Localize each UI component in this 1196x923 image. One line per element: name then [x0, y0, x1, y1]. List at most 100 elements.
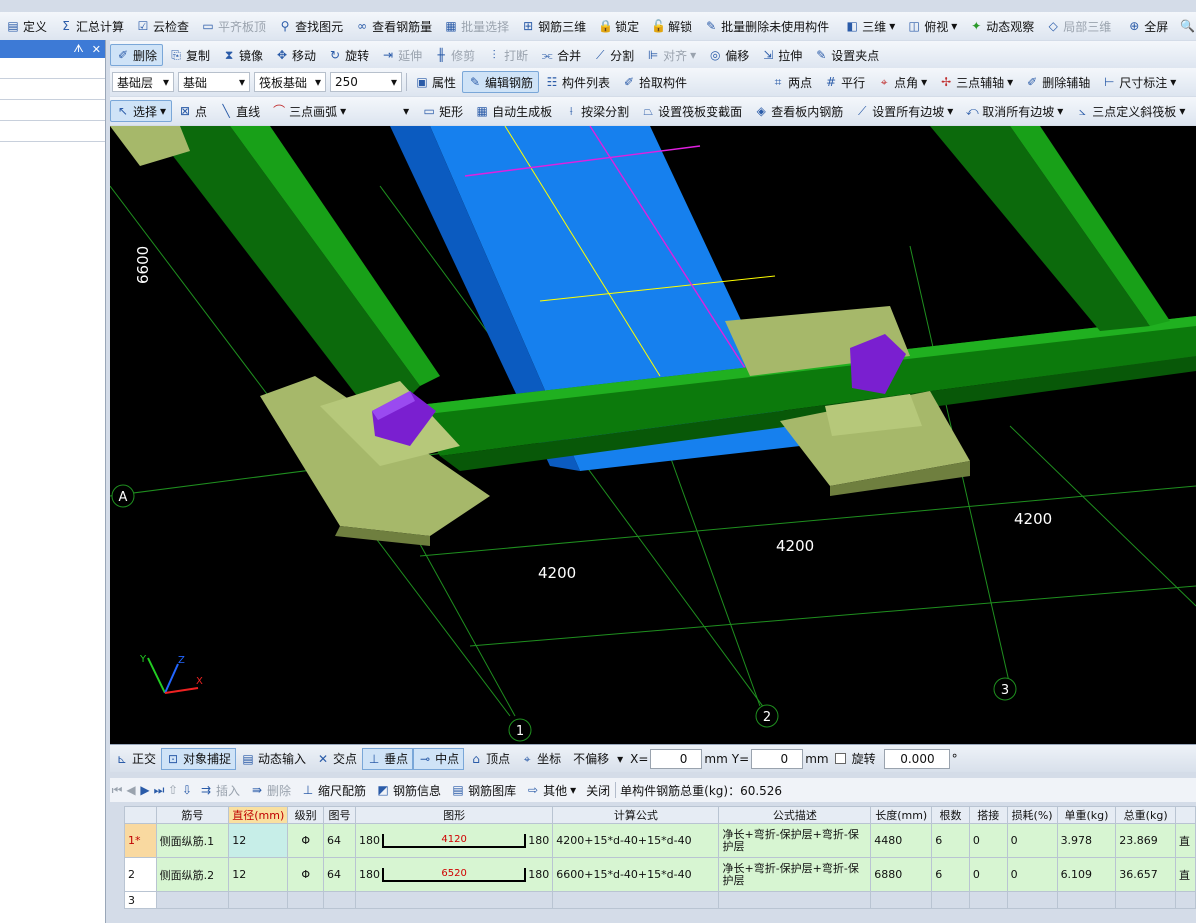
- row-number[interactable]: 1*: [124, 823, 157, 858]
- row-number[interactable]: 2: [124, 857, 157, 892]
- intersection-toggle[interactable]: ✕ 交点: [311, 748, 362, 770]
- header-cell[interactable]: 筋号: [155, 806, 230, 824]
- close-grid-button[interactable]: 关闭: [581, 782, 615, 799]
- cell-rebar-name[interactable]: 侧面纵筋.1: [155, 823, 230, 858]
- view-rebar-qty-button[interactable]: ∞ 查看钢筋量: [349, 15, 438, 37]
- midpoint-toggle[interactable]: ⊸ 中点: [413, 747, 465, 770]
- next-record-icon[interactable]: ▶: [138, 783, 152, 797]
- cell-figure-no[interactable]: 64: [323, 823, 356, 858]
- left-panel-row[interactable]: [0, 121, 105, 142]
- ortho-toggle[interactable]: ⊾ 正交: [110, 748, 161, 770]
- perpendicular-toggle[interactable]: ⊥ 垂点: [362, 747, 414, 770]
- cell-rebar-name[interactable]: 侧面纵筋.2: [155, 857, 230, 892]
- cell-unit-weight[interactable]: 3.978: [1056, 823, 1117, 858]
- offset-mode-select[interactable]: 不偏移 ▾: [568, 749, 628, 769]
- table-row[interactable]: 3: [124, 891, 1196, 909]
- rotate-checkbox[interactable]: [834, 753, 846, 764]
- merge-button[interactable]: ⫘ 合并: [534, 44, 587, 66]
- header-cell[interactable]: 图形: [354, 806, 554, 824]
- cell-formula[interactable]: 6600+15*d-40+15*d-40: [552, 857, 720, 892]
- cell-unit-weight[interactable]: 6.109: [1056, 857, 1117, 892]
- cell-grade[interactable]: Φ: [287, 823, 325, 858]
- prev-record-icon[interactable]: ◀: [124, 783, 138, 797]
- copy-button[interactable]: ⎘ 复制: [163, 44, 216, 66]
- cell-length[interactable]: 4480: [870, 823, 933, 858]
- rebar-info-button[interactable]: ◩ 钢筋信息: [371, 782, 446, 799]
- cell-shape[interactable]: 180 6520 180: [354, 857, 554, 892]
- three-point-arc-dropdown[interactable]: ⌒ 三点画弧 ▾: [266, 100, 352, 122]
- delete-button[interactable]: ✐ 删除: [110, 44, 164, 66]
- lock-button[interactable]: 🔒 锁定: [592, 15, 645, 37]
- rotate-button[interactable]: ↻ 旋转: [322, 44, 375, 66]
- line-button[interactable]: ╲ 直线: [213, 100, 266, 122]
- header-cell[interactable]: 计算公式: [552, 806, 720, 824]
- define-button[interactable]: ▤ 定义: [0, 15, 53, 37]
- extend-button[interactable]: ⇥ 延伸: [375, 44, 428, 66]
- header-cell[interactable]: 损耗(%): [1006, 806, 1058, 824]
- cell-total-weight[interactable]: 36.657: [1115, 857, 1176, 892]
- arc-options-select[interactable]: ▾: [354, 101, 414, 121]
- dimension-dropdown[interactable]: ⊢ 尺寸标注 ▾: [1096, 71, 1182, 93]
- x-input[interactable]: 0: [650, 748, 703, 769]
- pick-component-button[interactable]: ✐ 拾取构件: [616, 71, 693, 93]
- move-button[interactable]: ✥ 移动: [269, 44, 322, 66]
- auto-generate-slab-button[interactable]: ▦ 自动生成板: [469, 100, 558, 122]
- cell-formula-desc[interactable]: 净长+弯折-保护层+弯折-保护层: [718, 857, 872, 892]
- row-number[interactable]: 3: [124, 891, 157, 909]
- cell-extra[interactable]: 直: [1175, 857, 1196, 892]
- batch-delete-unused-button[interactable]: ✎ 批量删除未使用构件: [698, 15, 835, 37]
- local-3d-button[interactable]: ◇ 局部三维: [1040, 15, 1117, 37]
- cell-count[interactable]: 6: [931, 823, 970, 858]
- cell-formula-desc[interactable]: 净长+弯折-保护层+弯折-保护层: [718, 823, 872, 858]
- object-snap-toggle[interactable]: ⊡ 对象捕捉: [161, 747, 237, 770]
- stretch-button[interactable]: ⇲ 拉伸: [755, 44, 808, 66]
- pin-icon[interactable]: ᗑ: [73, 42, 83, 56]
- empty-cell[interactable]: [718, 891, 872, 909]
- set-all-slopes-dropdown[interactable]: ⟋ 设置所有边坡 ▾: [849, 100, 959, 122]
- insert-button[interactable]: ⇉ 插入: [194, 782, 245, 799]
- table-row[interactable]: 2 侧面纵筋.2 12 Φ 64 180 6520 180 6600+15*d-40…: [124, 857, 1196, 892]
- empty-cell[interactable]: [1175, 891, 1196, 909]
- header-cell[interactable]: 长度(mm): [870, 806, 933, 824]
- point-angle-dropdown[interactable]: ⌖ 点角 ▾: [871, 71, 933, 93]
- empty-cell[interactable]: [1115, 891, 1176, 909]
- last-record-icon[interactable]: ⏭: [152, 783, 166, 797]
- properties-button[interactable]: ▣ 属性: [409, 71, 462, 93]
- delete-axis-button[interactable]: ✐ 删除辅轴: [1019, 71, 1096, 93]
- size-select[interactable]: 250 ▾: [330, 72, 402, 92]
- parallel-button[interactable]: # 平行: [818, 71, 871, 93]
- empty-cell[interactable]: [323, 891, 356, 909]
- 3d-view-dropdown[interactable]: ◧ 三维 ▾: [839, 15, 901, 37]
- split-by-beam-button[interactable]: ⟊ 按梁分割: [558, 100, 635, 122]
- cell-count[interactable]: 6: [931, 857, 970, 892]
- empty-cell[interactable]: [931, 891, 970, 909]
- empty-cell[interactable]: [228, 891, 289, 909]
- rebar-library-button[interactable]: ▤ 钢筋图库: [446, 782, 521, 799]
- rebar-3d-button[interactable]: ⊞ 钢筋三维: [515, 15, 592, 37]
- empty-cell[interactable]: [968, 891, 1008, 909]
- dynamic-input-toggle[interactable]: ▤ 动态输入: [236, 748, 311, 770]
- set-raft-section-button[interactable]: ⏢ 设置筏板变截面: [635, 100, 748, 122]
- fullscreen-button[interactable]: ⊕ 全屏: [1121, 15, 1174, 37]
- split-button[interactable]: ⟋ 分割: [587, 44, 640, 66]
- first-record-icon[interactable]: ⏮: [110, 783, 124, 797]
- cell-total-weight[interactable]: 23.869: [1115, 823, 1176, 858]
- cell-diameter[interactable]: 12: [228, 823, 289, 858]
- scale-rebar-button[interactable]: ⊥ 缩尺配筋: [296, 782, 371, 799]
- move-down-icon[interactable]: ⇩: [180, 783, 194, 797]
- rotate-input[interactable]: 0.000: [883, 748, 950, 769]
- empty-cell[interactable]: [155, 891, 230, 909]
- cloud-check-button[interactable]: ☑ 云检查: [130, 15, 195, 37]
- empty-cell[interactable]: [552, 891, 720, 909]
- offset-button[interactable]: ◎ 偏移: [702, 44, 755, 66]
- mirror-button[interactable]: ⧗ 镜像: [216, 44, 269, 66]
- align-slab-top-button[interactable]: ▭ 平齐板顶: [195, 15, 272, 37]
- cell-grade[interactable]: Φ: [287, 857, 325, 892]
- cell-formula[interactable]: 4200+15*d-40+15*d-40: [552, 823, 720, 858]
- summary-calc-button[interactable]: Σ 汇总计算: [53, 15, 130, 37]
- empty-cell[interactable]: [287, 891, 325, 909]
- empty-cell[interactable]: [1056, 891, 1117, 909]
- cell-lap[interactable]: 0: [968, 823, 1008, 858]
- rectangle-button[interactable]: ▭ 矩形: [416, 100, 469, 122]
- component-list-button[interactable]: ☷ 构件列表: [539, 71, 616, 93]
